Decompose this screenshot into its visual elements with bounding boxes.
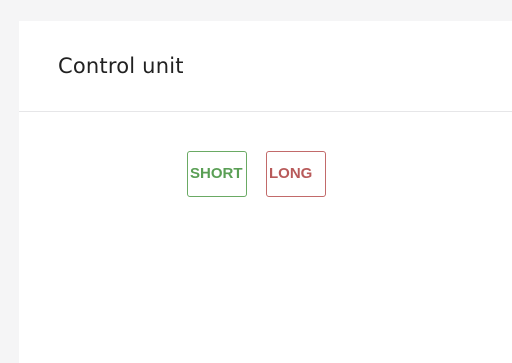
panel-header: Control unit bbox=[19, 21, 512, 112]
long-button[interactable]: LONG bbox=[266, 151, 326, 197]
short-button[interactable]: SHORT bbox=[187, 151, 247, 197]
control-unit-panel: Control unit SHORT LONG bbox=[19, 21, 512, 363]
panel-title: Control unit bbox=[58, 54, 184, 78]
page-background: Control unit SHORT LONG bbox=[0, 0, 512, 363]
